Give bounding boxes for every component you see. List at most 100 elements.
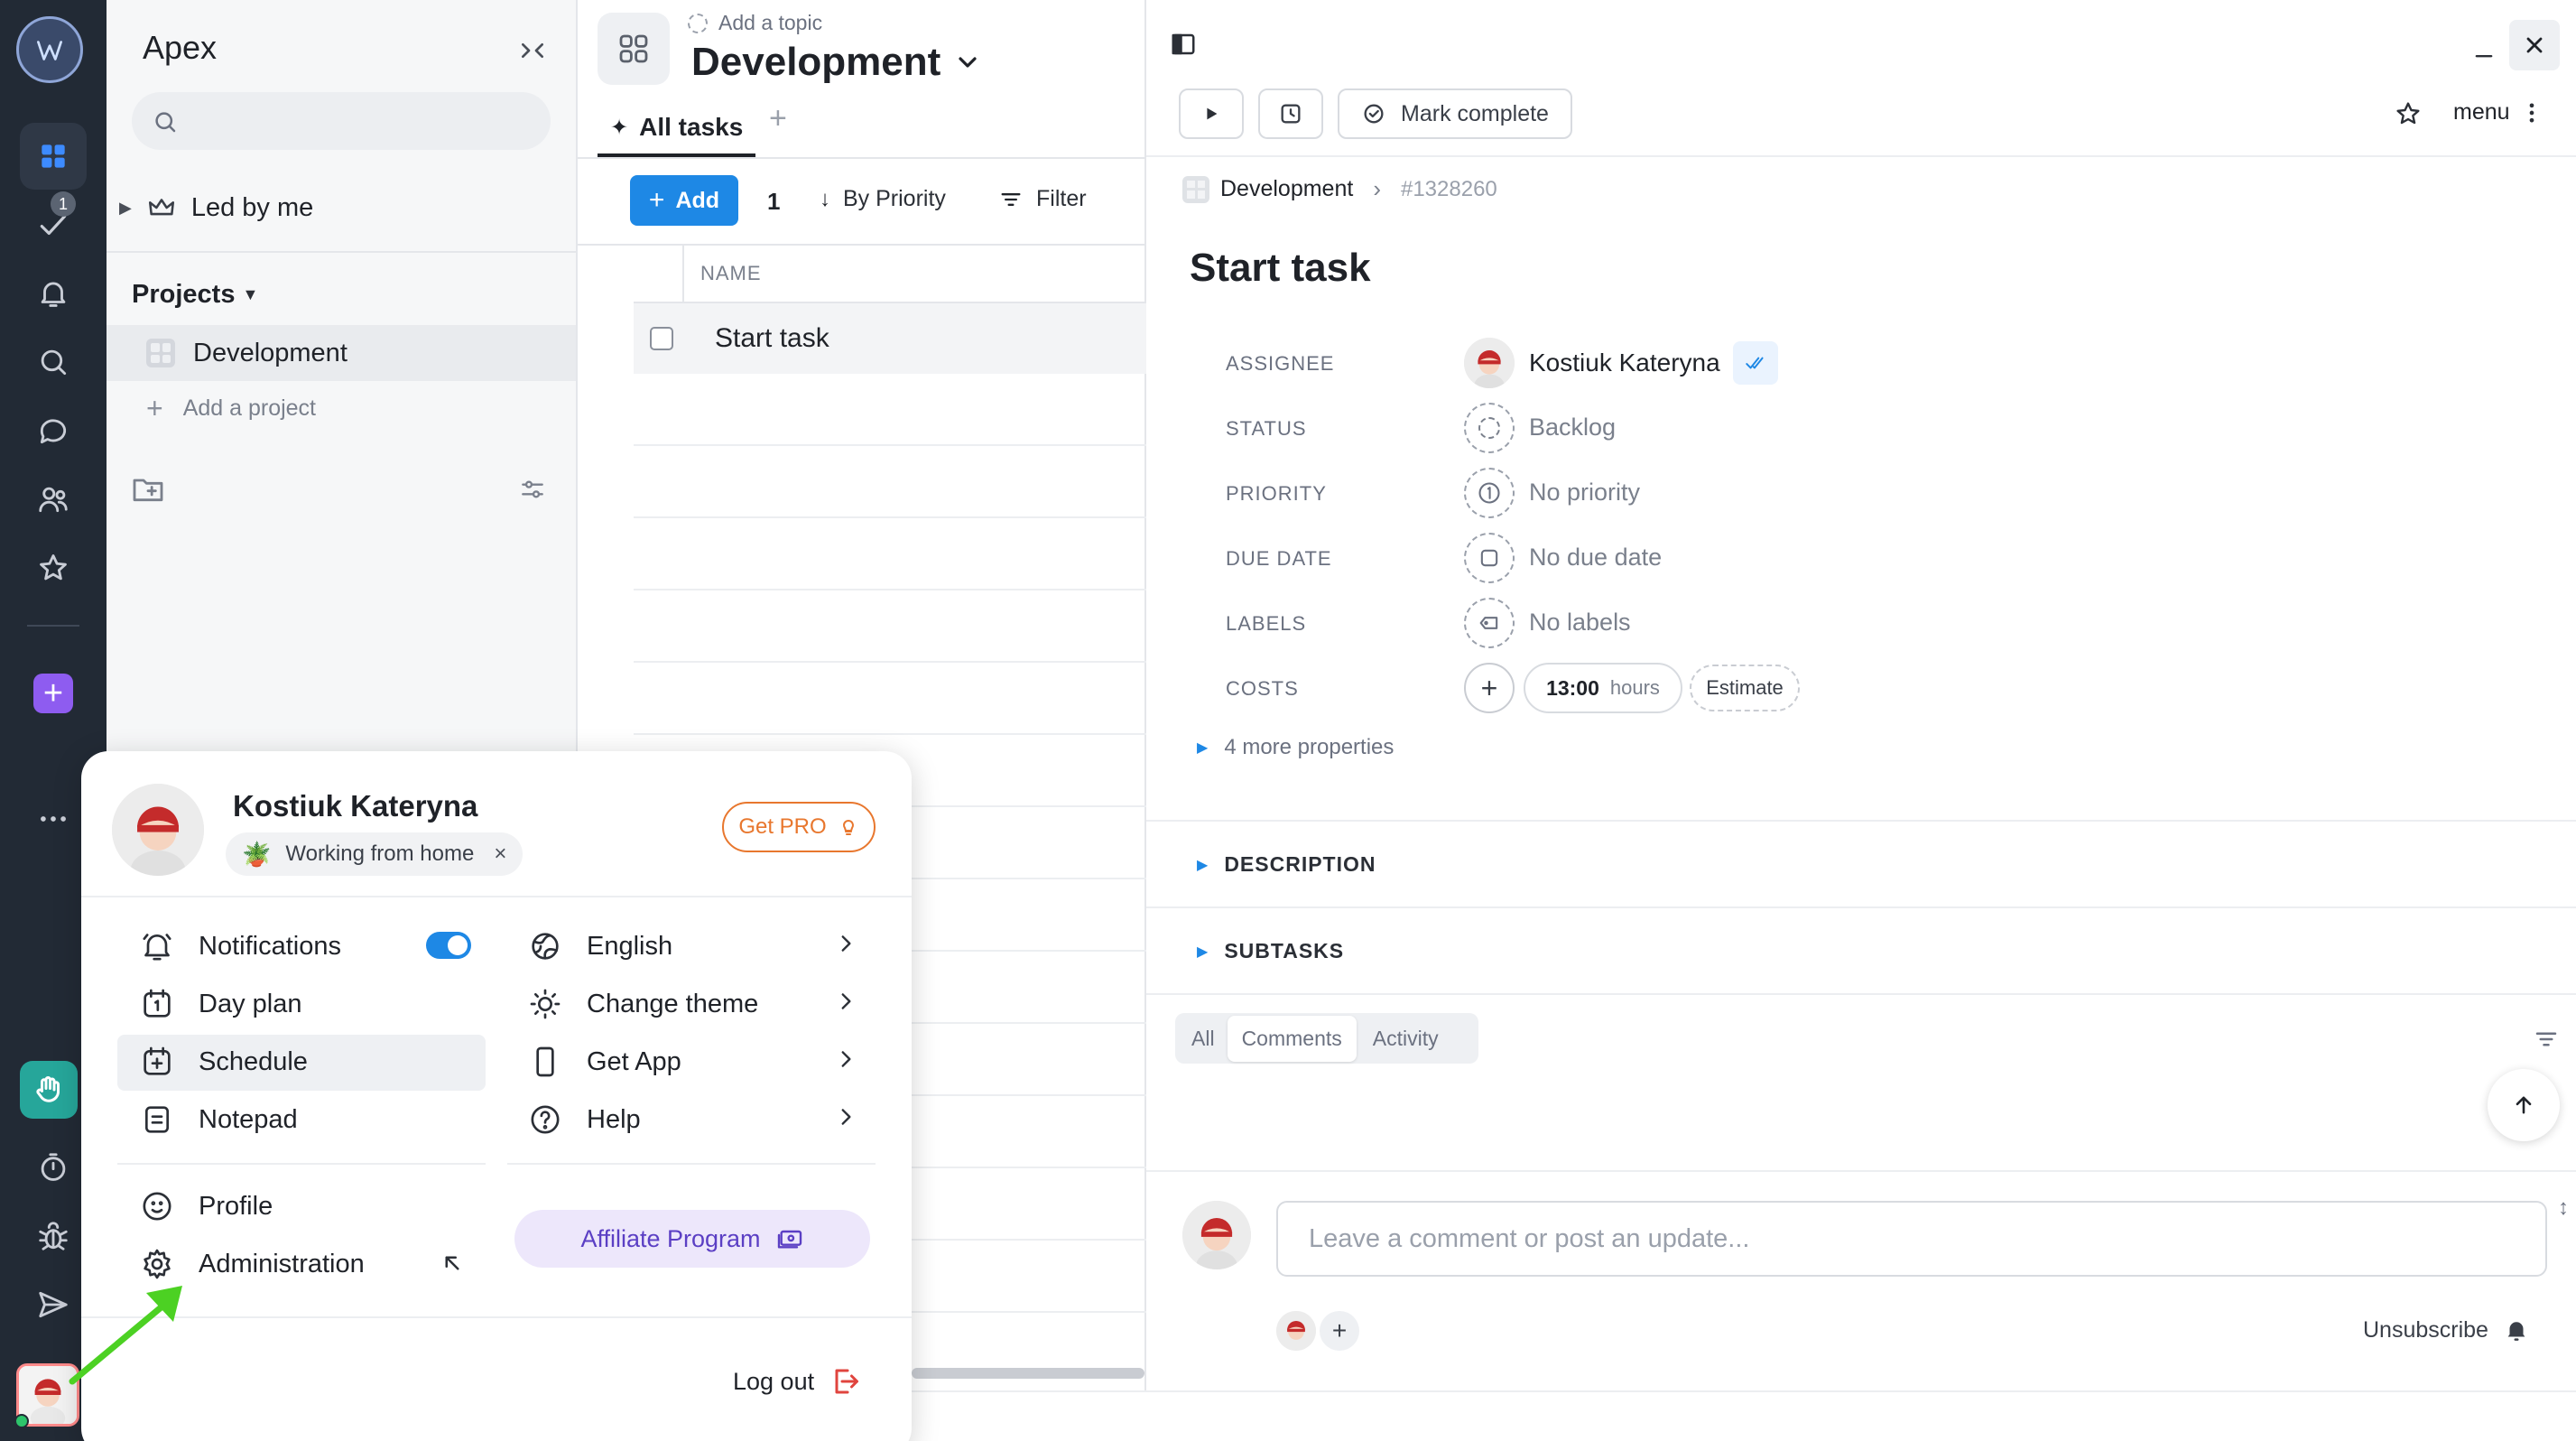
assignee-avatar[interactable] <box>1464 338 1515 388</box>
priority-value[interactable]: No priority <box>1529 479 1640 507</box>
horizontal-scrollbar[interactable] <box>912 1368 1144 1379</box>
more-properties-toggle[interactable]: ▶ 4 more properties <box>1197 735 1394 760</box>
plant-icon: 🪴 <box>242 840 272 868</box>
add-view-plus-icon[interactable]: + <box>769 101 787 136</box>
menu-schedule[interactable]: Schedule <box>139 1044 308 1080</box>
close-button[interactable] <box>2509 20 2560 70</box>
sort-button[interactable]: ↓ By Priority <box>820 186 946 212</box>
avatar-memoji-icon <box>1464 338 1515 388</box>
grid-icon <box>619 34 648 63</box>
cost-time-pill[interactable]: 13:00 hours <box>1524 663 1682 713</box>
tab-all[interactable]: All <box>1179 1027 1228 1051</box>
breadcrumb-project[interactable]: Development <box>1220 176 1353 202</box>
caret-right-icon: ▶ <box>1197 944 1209 960</box>
table-row[interactable]: Start task <box>634 303 1146 374</box>
menu-profile[interactable]: Profile <box>139 1188 273 1224</box>
minimize-icon[interactable] <box>2471 36 2497 61</box>
status-pill[interactable]: 🪴 Working from home × <box>226 832 524 876</box>
start-timer-button[interactable] <box>1179 88 1244 139</box>
task-count: 1 <box>767 188 781 215</box>
chevron-right-icon <box>841 1051 851 1067</box>
priority-icon[interactable] <box>1464 468 1515 518</box>
tab-all-tasks[interactable]: ✦ All tasks <box>598 101 756 157</box>
collapse-sidebar-icon[interactable] <box>518 36 547 65</box>
get-pro-button[interactable]: Get PRO <box>722 802 876 852</box>
projects-heading[interactable]: Projects ▼ <box>132 280 258 310</box>
filter-button[interactable]: Filter <box>998 186 1087 212</box>
estimate-button[interactable]: Estimate <box>1690 665 1800 711</box>
menu-change-theme[interactable]: Change theme <box>527 986 758 1022</box>
add-topic-button[interactable]: Add a topic <box>688 11 822 35</box>
logout-icon <box>835 1369 859 1394</box>
task-title[interactable]: Start task <box>1190 246 1371 291</box>
subtasks-section-toggle[interactable]: ▶ SUBTASKS <box>1197 939 1344 963</box>
due-date-value[interactable]: No due date <box>1529 544 1662 572</box>
popup-footer-divider <box>81 1316 912 1318</box>
chat-icon[interactable] <box>20 397 87 464</box>
unsubscribe-button[interactable]: Unsubscribe <box>2363 1316 2530 1343</box>
assignee-name[interactable]: Kostiuk Kateryna <box>1529 349 1720 377</box>
app-logo[interactable] <box>16 16 83 83</box>
add-folder-icon[interactable] <box>130 471 166 507</box>
bell-off-icon <box>2507 1322 2525 1341</box>
labels-value[interactable]: No labels <box>1529 609 1631 637</box>
tab-activity[interactable]: Activity <box>1357 1027 1455 1051</box>
people-icon[interactable] <box>20 466 87 533</box>
tab-comments[interactable]: Comments <box>1227 1015 1357 1062</box>
caret-right-icon: ▶ <box>1197 740 1209 756</box>
sidebar-settings-icon[interactable] <box>518 475 547 504</box>
add-project-button[interactable]: + Add a project <box>146 392 316 425</box>
toggle-panel-icon[interactable] <box>1170 31 1197 58</box>
search-icon[interactable] <box>20 329 87 395</box>
sidebar-search-input[interactable] <box>132 92 551 150</box>
notepad-icon <box>145 1106 169 1133</box>
clear-status-icon[interactable]: × <box>494 841 506 867</box>
schedule-button[interactable] <box>1258 88 1323 139</box>
resize-handle-icon[interactable]: ↕ <box>2558 1195 2569 1221</box>
sparkle-icon: ✦ <box>610 115 629 140</box>
add-cost-button[interactable]: + <box>1464 663 1515 713</box>
tag-icon[interactable] <box>1464 598 1515 648</box>
feed-filter-icon[interactable] <box>2533 1026 2560 1053</box>
avatar-memoji-icon <box>1182 1201 1251 1269</box>
assignee-double-check-icon[interactable] <box>1733 341 1778 385</box>
comment-input[interactable]: Leave a comment or post an update... <box>1276 1201 2547 1277</box>
follower-avatar[interactable] <box>1276 1311 1316 1351</box>
more-dots-icon[interactable] <box>20 786 87 852</box>
menu-help[interactable]: Help <box>527 1102 641 1138</box>
sidebar-item-development[interactable]: Development <box>107 325 576 381</box>
logout-button[interactable]: Log out <box>733 1365 861 1398</box>
menu-get-app[interactable]: Get App <box>527 1044 681 1080</box>
menu-notepad[interactable]: Notepad <box>139 1102 298 1138</box>
mark-complete-button[interactable]: Mark complete <box>1338 88 1572 139</box>
timer-icon[interactable] <box>20 1134 87 1201</box>
add-task-button[interactable]: + Add <box>630 175 738 226</box>
affiliate-program-button[interactable]: Affiliate Program <box>514 1210 870 1268</box>
menu-day-plan[interactable]: Day plan <box>139 986 301 1022</box>
status-value[interactable]: Backlog <box>1529 414 1616 442</box>
menu-language[interactable]: English <box>527 928 672 964</box>
description-section-toggle[interactable]: ▶ DESCRIPTION <box>1197 852 1376 877</box>
add-follower-button[interactable]: + <box>1320 1311 1359 1351</box>
wave-hand-icon[interactable] <box>20 1061 78 1119</box>
status-dashed-circle-icon[interactable] <box>1464 403 1515 453</box>
money-icon <box>777 1230 802 1249</box>
dashboard-icon[interactable] <box>20 123 87 190</box>
task-id[interactable]: #1328260 <box>1401 177 1497 202</box>
notifications-toggle[interactable] <box>426 932 471 959</box>
create-plus-icon[interactable]: + <box>20 660 87 727</box>
bell-icon[interactable] <box>20 260 87 327</box>
popup-header-divider <box>81 896 912 897</box>
favorite-star-icon[interactable] <box>2394 99 2423 128</box>
led-by-me-item[interactable]: ▶ Led by me <box>119 188 313 228</box>
scroll-to-top-button[interactable] <box>2488 1069 2560 1141</box>
star-icon[interactable] <box>20 535 87 601</box>
project-grid-button[interactable] <box>598 13 670 85</box>
calendar-icon[interactable] <box>1464 533 1515 583</box>
more-menu-button[interactable]: menu <box>2453 99 2544 126</box>
menu-notifications[interactable]: Notifications <box>139 928 341 964</box>
project-title[interactable]: Development <box>691 40 982 85</box>
popup-avatar[interactable] <box>112 784 204 876</box>
task-checkbox[interactable] <box>650 327 673 350</box>
bug-icon[interactable] <box>20 1203 87 1269</box>
